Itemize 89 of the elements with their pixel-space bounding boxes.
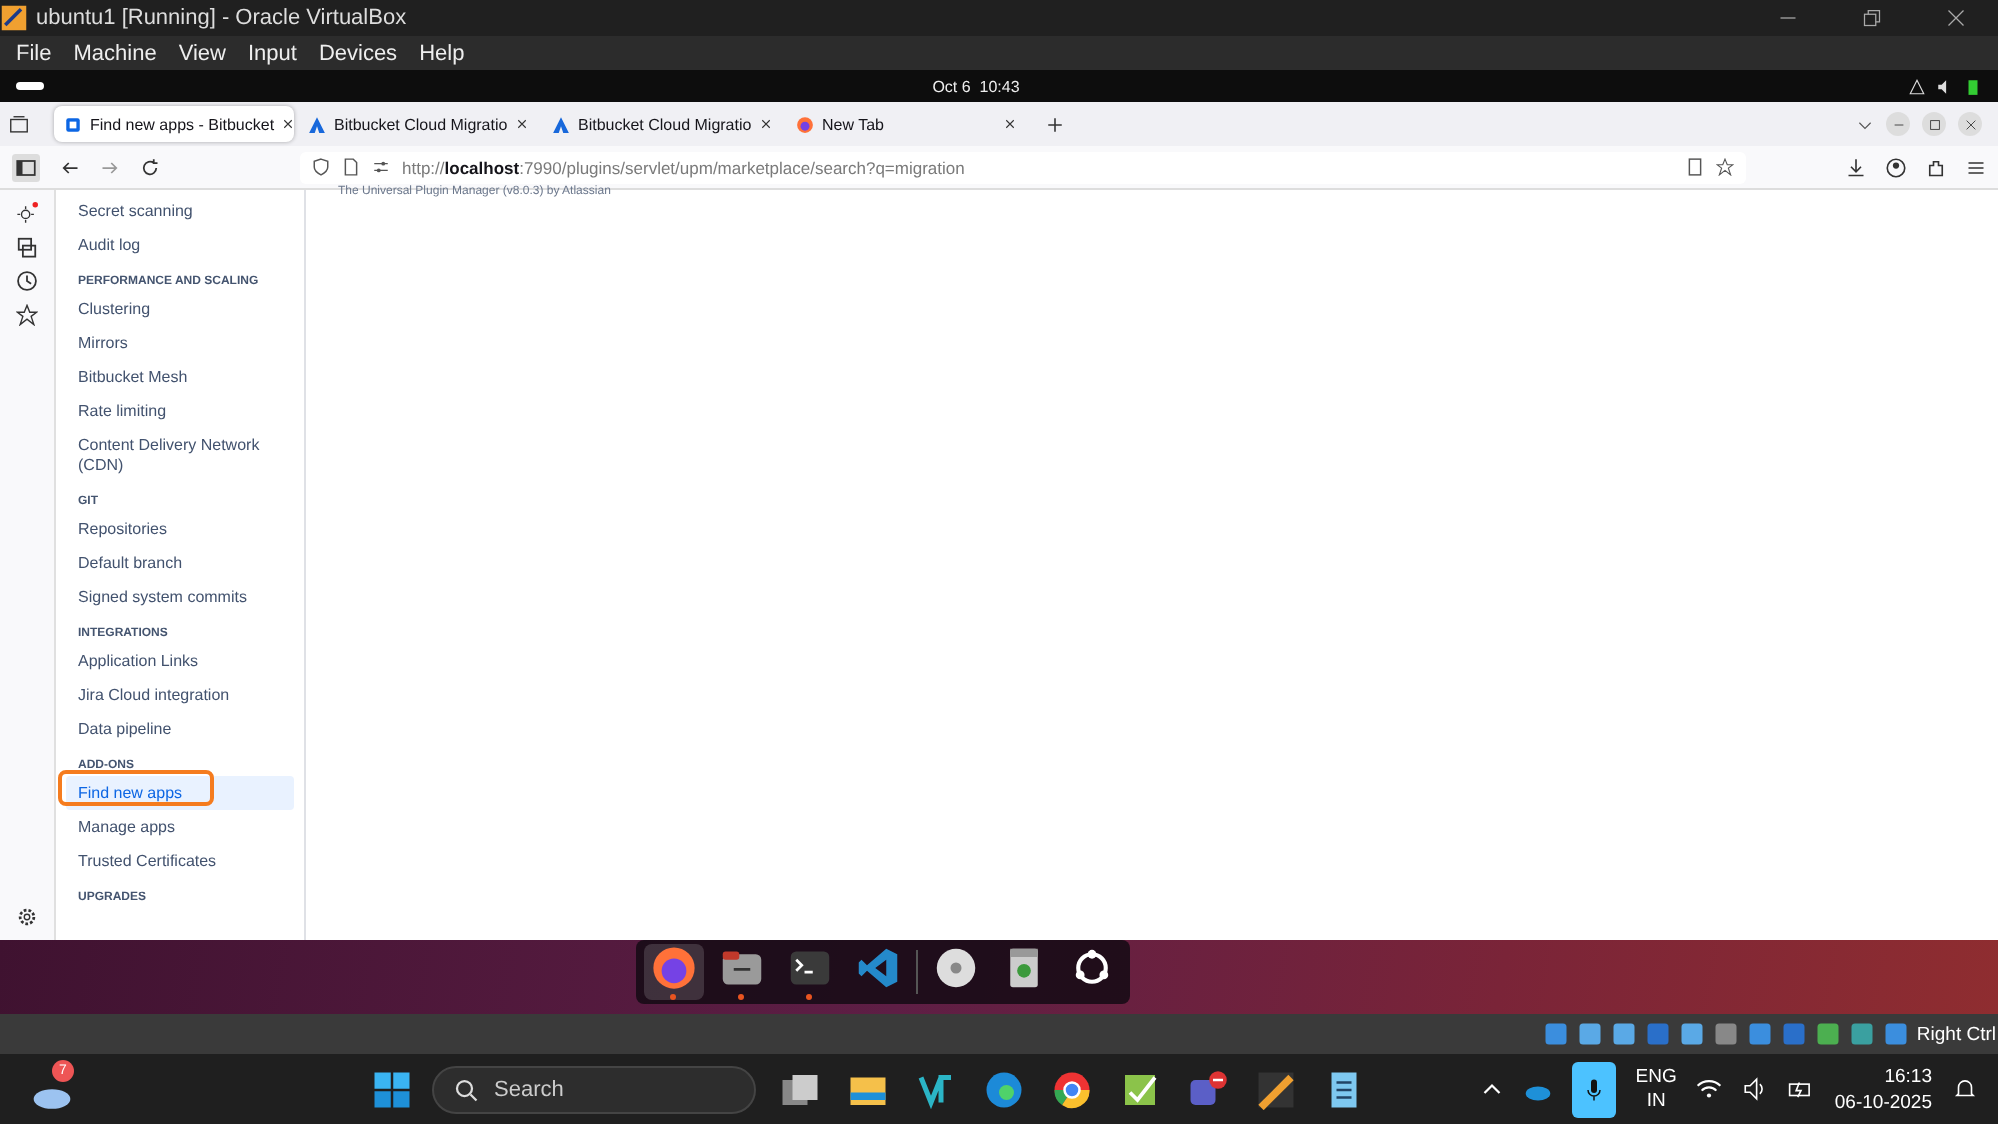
window-title: ubuntu1 [Running] - Oracle VirtualBox xyxy=(36,6,407,30)
close-icon[interactable] xyxy=(760,118,772,130)
app-logo-icon[interactable] xyxy=(916,1069,956,1109)
battery-charging-icon[interactable] xyxy=(1788,1076,1815,1102)
sidebar-item[interactable]: Default branch xyxy=(66,546,294,580)
permissions-icon xyxy=(372,158,390,176)
task-view-icon[interactable] xyxy=(780,1069,820,1109)
shield-icon xyxy=(312,158,330,176)
restore-icon xyxy=(1927,117,1941,131)
sidebar-item[interactable]: Trusted Certificates xyxy=(66,844,294,878)
battery-icon[interactable] xyxy=(1964,77,1982,95)
menu-item[interactable]: Help xyxy=(419,41,465,65)
forward-icon[interactable] xyxy=(100,157,120,177)
sidebar-item[interactable]: Mirrors xyxy=(66,326,294,360)
chrome-browser-icon[interactable] xyxy=(1052,1069,1092,1109)
restore-button[interactable] xyxy=(1922,112,1946,136)
taskbar-clock[interactable]: 16:13 06-10-2025 xyxy=(1834,1063,1932,1115)
browser-icon[interactable] xyxy=(651,945,695,989)
reload-icon[interactable] xyxy=(140,157,160,177)
page-icon xyxy=(64,115,82,133)
restore-icon[interactable] xyxy=(1862,8,1882,28)
page-icon xyxy=(342,158,360,176)
microphone-button[interactable] xyxy=(1571,1061,1616,1117)
weather-icon[interactable] xyxy=(32,1088,72,1110)
sidebar-toggle-icon[interactable] xyxy=(12,153,40,181)
sparkle-icon[interactable] xyxy=(16,202,38,224)
language-indicator[interactable]: ENG IN xyxy=(1635,1065,1677,1113)
browser-logo-icon xyxy=(796,115,814,133)
url-text: http://localhost:7990/plugins/servlet/upm/marketplace/search?q=migration xyxy=(402,157,965,177)
menu-item[interactable]: File xyxy=(16,41,52,65)
notification-bell-icon[interactable] xyxy=(1952,1076,1978,1102)
star-icon[interactable] xyxy=(16,304,38,326)
close-icon xyxy=(1963,117,1977,131)
bookmark-star-icon[interactable] xyxy=(1716,158,1734,176)
browser-tab[interactable]: Find new apps - Bitbucket xyxy=(54,106,294,142)
wifi-icon[interactable] xyxy=(1696,1076,1723,1102)
settings-icon[interactable] xyxy=(16,906,38,928)
account-icon[interactable] xyxy=(1886,157,1906,177)
sidebar-item[interactable]: Clustering xyxy=(66,292,294,326)
address-bar[interactable]: http://localhost:7990/plugins/servlet/upm/marketplace/search?q=migration xyxy=(300,151,1746,183)
host-key-label: Right Ctrl xyxy=(1916,1023,1996,1045)
tabs-icon[interactable] xyxy=(16,236,38,258)
close-button[interactable] xyxy=(1958,112,1982,136)
minimize-button[interactable] xyxy=(1886,112,1910,136)
search-field[interactable]: Search xyxy=(432,1065,756,1113)
tab-list-icon[interactable] xyxy=(8,113,30,135)
plus-icon[interactable] xyxy=(1046,115,1064,133)
menu-item[interactable]: Machine xyxy=(73,41,157,65)
reader-view-icon[interactable] xyxy=(1686,158,1704,176)
search-icon xyxy=(454,1077,478,1101)
sidebar-item[interactable]: Audit log xyxy=(66,228,294,262)
close-icon[interactable] xyxy=(1004,118,1016,130)
close-icon[interactable] xyxy=(282,118,294,130)
triangle-logo-icon xyxy=(552,115,570,133)
browser-tab[interactable]: Bitbucket Cloud Migratio xyxy=(298,106,538,142)
speaker-icon[interactable] xyxy=(1742,1076,1769,1102)
sidebar-item[interactable]: Data pipeline xyxy=(66,712,294,746)
download-icon[interactable] xyxy=(1846,157,1866,177)
edge-browser-icon[interactable] xyxy=(984,1069,1024,1109)
browser-tab[interactable]: Bitbucket Cloud Migratio xyxy=(542,106,782,142)
close-icon[interactable] xyxy=(516,118,528,130)
sidebar-item[interactable]: Jira Cloud integration xyxy=(66,678,294,712)
workspace-indicator[interactable] xyxy=(16,82,44,90)
dock-item[interactable] xyxy=(643,944,703,1000)
sidebar-item[interactable]: Application Links xyxy=(66,644,294,678)
sidebar-item[interactable]: Repositories xyxy=(66,512,294,546)
sidebar-item[interactable]: Content Delivery Network (CDN) xyxy=(66,428,294,482)
menu-item[interactable]: Input xyxy=(247,41,297,65)
menu-item[interactable]: Devices xyxy=(318,41,398,65)
notepad-check-icon[interactable] xyxy=(1120,1069,1160,1109)
close-icon[interactable] xyxy=(1946,8,1966,28)
history-icon[interactable] xyxy=(16,270,38,292)
back-icon[interactable] xyxy=(60,157,80,177)
clock[interactable]: Oct 6 10:43 xyxy=(932,77,1020,95)
sidebar-item[interactable]: Signed system commits xyxy=(66,580,294,614)
menu-icon[interactable] xyxy=(1966,157,1986,177)
triangle-logo-icon xyxy=(308,115,326,133)
microphone-icon xyxy=(1581,1077,1606,1101)
disc-icon[interactable] xyxy=(933,945,977,989)
extensions-icon[interactable] xyxy=(1926,157,1946,177)
code-editor-icon[interactable] xyxy=(855,945,899,989)
sidebar-item[interactable]: Manage apps xyxy=(66,810,294,844)
menu-item[interactable]: View xyxy=(178,41,226,65)
sidebar-item[interactable]: Rate limiting xyxy=(66,394,294,428)
teams-icon[interactable] xyxy=(1188,1069,1228,1109)
sidebar-item[interactable]: Bitbucket Mesh xyxy=(66,360,294,394)
start-icon[interactable] xyxy=(372,1069,412,1109)
sidebar-item[interactable]: Secret scanning xyxy=(66,194,294,228)
browser-tab[interactable]: New Tab xyxy=(786,106,1026,142)
